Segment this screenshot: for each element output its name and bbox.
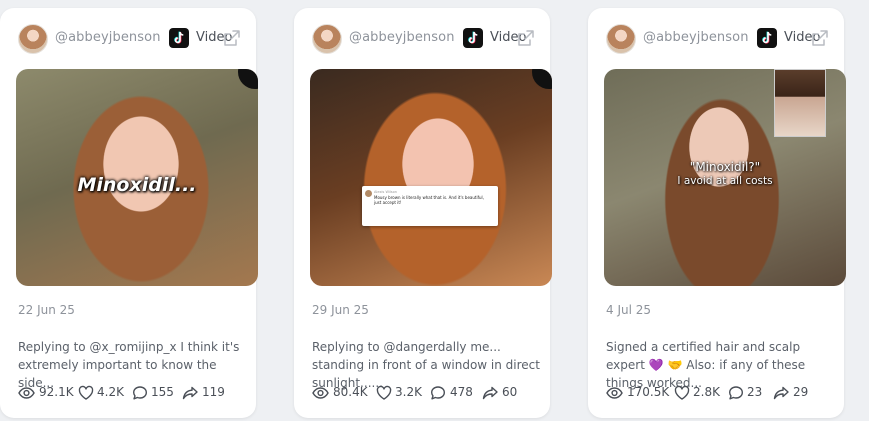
avatar[interactable]: [18, 24, 48, 54]
views-count: 170.5K: [627, 385, 670, 399]
card-header: @abbeyjbenson Video: [294, 8, 550, 68]
stats-row: 170.5K 2.8K 23 29: [606, 384, 838, 402]
video-overlay-subtext: I avoid at all costs: [677, 175, 773, 187]
comment-text: Mousy brown is literally what that is. A…: [374, 195, 484, 205]
post-date: 4 Jul 25: [606, 303, 652, 317]
stats-row: 80.4K 3.2K 478 60: [312, 384, 544, 402]
comment-icon: [431, 386, 445, 400]
eye-icon: [18, 387, 35, 399]
eye-icon: [312, 387, 329, 399]
video-thumbnail[interactable]: "Minoxidil?" I avoid at all costs: [604, 69, 846, 286]
commenter-avatar: [365, 190, 372, 197]
author-handle[interactable]: @abbeyjbenson: [55, 30, 161, 45]
author-handle[interactable]: @abbeyjbenson: [349, 30, 455, 45]
post-date: 29 Jun 25: [312, 303, 369, 317]
views-count: 80.4K: [333, 385, 368, 399]
author-handle[interactable]: @abbeyjbenson: [643, 30, 749, 45]
post-card[interactable]: @abbeyjbenson Video Minoxidil... 22 Jun …: [0, 8, 258, 418]
external-link-icon[interactable]: [517, 29, 535, 47]
heart-icon: [376, 385, 392, 400]
comments-count: 478: [450, 385, 473, 399]
shares-count: 60: [502, 385, 518, 399]
likes-count: 4.2K: [97, 385, 124, 399]
comment-icon: [729, 386, 743, 400]
stats-row: 92.1K 4.2K 155 119: [18, 384, 250, 402]
eye-icon: [606, 387, 623, 399]
video-overlay-quote: "Minoxidil?": [689, 160, 761, 174]
comments-count: 23: [747, 385, 763, 399]
views-count: 92.1K: [39, 385, 74, 399]
video-thumbnail[interactable]: Minoxidil...: [16, 69, 258, 286]
reaction-inset: [774, 69, 826, 137]
tiktok-icon: [757, 28, 777, 48]
comment-icon: [133, 386, 147, 400]
video-thumbnail[interactable]: Alexis Wilson Mousy brown is literally w…: [310, 69, 552, 286]
comment-author: Alexis Wilson: [374, 190, 397, 194]
shares-count: 119: [202, 385, 225, 399]
heart-icon: [674, 385, 690, 400]
post-card[interactable]: @abbeyjbenson Video "Minoxidil?" I avoid…: [588, 8, 846, 418]
share-arrow-icon: [773, 386, 789, 400]
avatar[interactable]: [312, 24, 342, 54]
shares-count: 29: [793, 385, 809, 399]
likes-count: 2.8K: [693, 385, 720, 399]
card-header: @abbeyjbenson Video: [0, 8, 256, 68]
card-header: @abbeyjbenson Video: [588, 8, 844, 68]
likes-count: 3.2K: [395, 385, 422, 399]
share-arrow-icon: [482, 386, 498, 400]
video-overlay-text: Minoxidil...: [77, 174, 197, 196]
avatar[interactable]: [606, 24, 636, 54]
post-card[interactable]: @abbeyjbenson Video Alexis Wilson Mousy …: [294, 8, 552, 418]
comment-overlay: Alexis Wilson Mousy brown is literally w…: [362, 186, 498, 226]
external-link-icon[interactable]: [811, 29, 829, 47]
post-date: 22 Jun 25: [18, 303, 75, 317]
comments-count: 155: [151, 385, 174, 399]
share-arrow-icon: [182, 386, 198, 400]
heart-icon: [78, 385, 94, 400]
tiktok-icon: [463, 28, 483, 48]
tiktok-icon: [169, 28, 189, 48]
external-link-icon[interactable]: [223, 29, 241, 47]
